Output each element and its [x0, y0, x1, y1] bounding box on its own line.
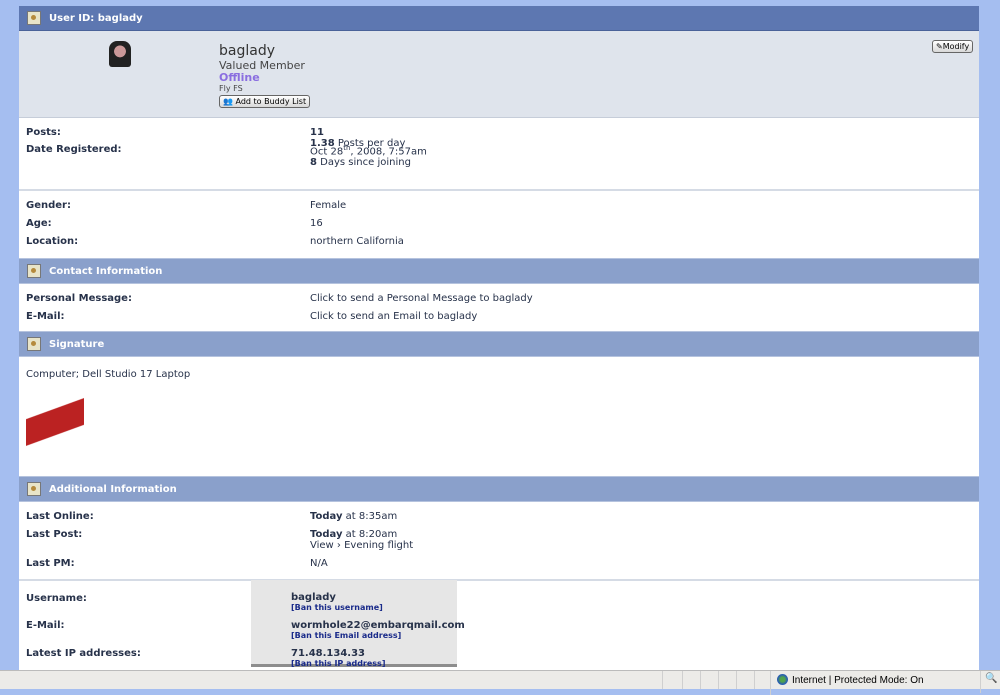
- days-suffix: Days since joining: [316, 157, 411, 169]
- buddy-icon: 👥: [223, 97, 236, 106]
- signature-section-header: Signature: [19, 331, 979, 357]
- security-zone[interactable]: Internet | Protected Mode: On: [792, 675, 924, 686]
- additional-title: Additional Information: [49, 483, 177, 495]
- custom-title: Fly FS: [219, 84, 243, 93]
- additional-icon: [27, 482, 41, 496]
- signature-text: Computer; Dell Studio 17 Laptop: [26, 369, 191, 380]
- profile-panel: User ID: baglady baglady Valued Member O…: [19, 6, 979, 670]
- admin-ip: 71.48.134.33: [291, 648, 366, 659]
- additional-section-header: Additional Information: [19, 476, 979, 502]
- panel-header: User ID: baglady: [19, 6, 979, 31]
- header-title: User ID: baglady: [49, 12, 143, 24]
- online-status: Offline: [219, 71, 260, 84]
- contact-icon: [27, 264, 41, 278]
- ban-email-link[interactable]: [Ban this Email address]: [291, 631, 465, 640]
- profile-summary: baglady Valued Member Offline Fly FS 👥 A…: [19, 31, 979, 118]
- add-to-buddy-list-button[interactable]: 👥 Add to Buddy List: [219, 95, 311, 108]
- profile-card-icon: [27, 11, 41, 25]
- pm-label: Personal Message:: [26, 293, 132, 304]
- globe-icon: [777, 674, 788, 685]
- ban-ip-link[interactable]: [Ban this IP address]: [291, 659, 385, 668]
- admin-email: wormhole22@embarqmail.com: [291, 620, 465, 631]
- age-value: 16: [310, 218, 323, 229]
- admin-email-label: E-Mail:: [26, 620, 65, 631]
- last-pm-label: Last PM:: [26, 558, 75, 569]
- username: baglady: [219, 43, 275, 59]
- last-pm-value: N/A: [310, 558, 328, 569]
- registered-date: Oct 28: [310, 146, 344, 158]
- registered-label: Date Registered:: [26, 144, 122, 155]
- last-post-label: Last Post:: [26, 529, 83, 540]
- location-label: Location:: [26, 236, 79, 247]
- avatar: [109, 41, 131, 67]
- post-count: 11: [310, 127, 324, 138]
- age-label: Age:: [26, 218, 52, 229]
- contact-title: Contact Information: [49, 265, 163, 277]
- zoom-icon[interactable]: 🔍: [980, 671, 1000, 693]
- gender-value: Female: [310, 200, 347, 211]
- gender-label: Gender:: [26, 200, 71, 211]
- signature-title: Signature: [49, 338, 105, 350]
- modify-button[interactable]: ✎Modify: [932, 40, 974, 53]
- admin-username: baglady: [291, 592, 336, 603]
- registered-time: , 2008, 7:57am: [350, 146, 427, 158]
- signature-icon: [27, 337, 41, 351]
- browser-status-bar: Internet | Protected Mode: On 🔍: [0, 670, 1000, 695]
- admin-username-label: Username:: [26, 593, 87, 604]
- admin-ip-label: Latest IP addresses:: [26, 648, 141, 659]
- last-online-time: at 8:35am: [342, 511, 398, 522]
- email-label: E-Mail:: [26, 311, 65, 322]
- contact-section-header: Contact Information: [19, 258, 979, 284]
- location-value: northern California: [310, 236, 404, 247]
- days-count: 8: [310, 157, 317, 169]
- send-pm-link[interactable]: Click to send a Personal Message to bagl…: [310, 293, 972, 311]
- last-post-day: Today: [310, 529, 343, 540]
- last-online-label: Last Online:: [26, 511, 94, 522]
- send-email-link[interactable]: Click to send an Email to baglady: [310, 311, 972, 329]
- signature-image: [26, 392, 84, 460]
- last-post-link[interactable]: View › Evening flight: [310, 540, 413, 551]
- last-online-day: Today: [310, 511, 343, 522]
- last-post-time: at 8:20am: [342, 529, 398, 540]
- pencil-icon: ✎: [936, 42, 943, 51]
- ban-username-link[interactable]: [Ban this username]: [291, 603, 383, 612]
